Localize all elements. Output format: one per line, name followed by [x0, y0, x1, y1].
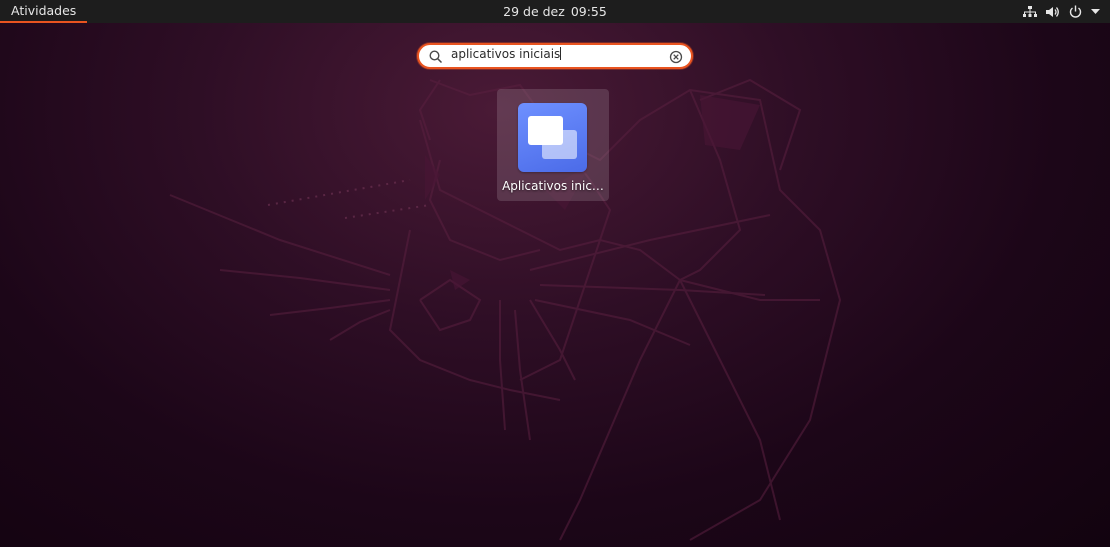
- clock-time: 09:55: [570, 4, 607, 19]
- chevron-down-icon[interactable]: [1091, 8, 1100, 15]
- clock-button[interactable]: 29 de dez 09:55: [0, 0, 1110, 23]
- icon-window-front: [528, 116, 563, 145]
- search-icon: [429, 49, 443, 68]
- desktop-overview: Atividades 29 de dez 09:55 aplicativos i…: [0, 0, 1110, 547]
- volume-icon[interactable]: [1046, 6, 1060, 18]
- system-tray[interactable]: [1023, 0, 1100, 23]
- power-icon[interactable]: [1069, 5, 1082, 18]
- wallpaper-image: [169, 78, 842, 541]
- startup-applications-icon: [518, 103, 587, 172]
- clock-date: 29 de dez: [503, 4, 565, 19]
- search-result-label: Aplicativos inic…: [502, 179, 604, 193]
- search-input-value: aplicativos iniciais: [451, 47, 561, 61]
- clear-icon[interactable]: [669, 49, 683, 68]
- search-result-item[interactable]: Aplicativos inic…: [497, 89, 609, 201]
- search-input[interactable]: aplicativos iniciais: [451, 47, 661, 65]
- search-box[interactable]: aplicativos iniciais: [417, 43, 693, 69]
- network-icon[interactable]: [1023, 5, 1037, 18]
- top-bar: Atividades 29 de dez 09:55: [0, 0, 1110, 23]
- text-caret: [560, 47, 562, 60]
